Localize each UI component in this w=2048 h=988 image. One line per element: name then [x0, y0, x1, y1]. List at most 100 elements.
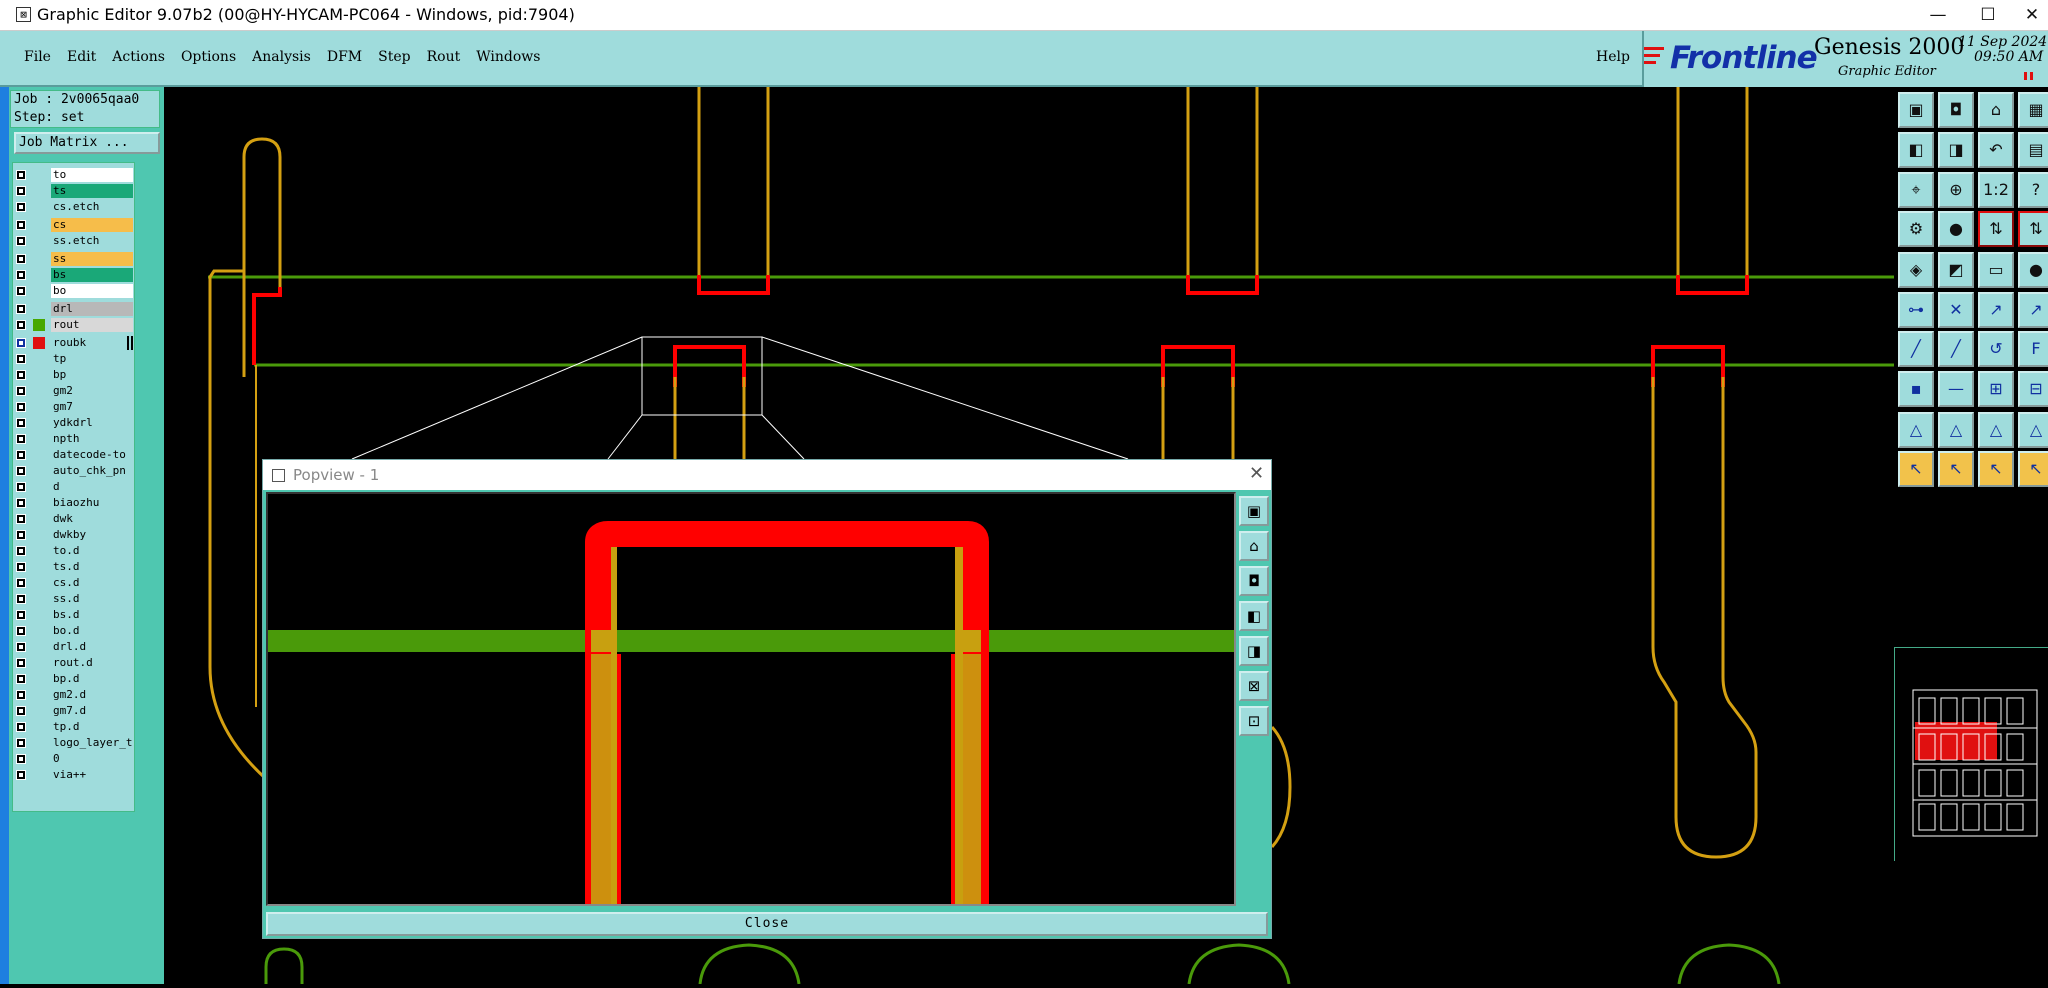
- menu-rout[interactable]: Rout: [419, 49, 469, 65]
- layer-checkbox[interactable]: [16, 738, 26, 748]
- layer-name[interactable]: rout.d: [51, 656, 133, 670]
- layer-checkbox[interactable]: [16, 690, 26, 700]
- layer-name[interactable]: gm7.d: [51, 704, 133, 718]
- layer-name[interactable]: dwkby: [51, 528, 133, 542]
- line-icon[interactable]: ╱: [1898, 331, 1934, 367]
- minus-icon[interactable]: —: [1938, 371, 1974, 407]
- layer-name[interactable]: dwk: [51, 512, 133, 526]
- layer-name[interactable]: cs.etch: [51, 200, 133, 214]
- layer-name[interactable]: bp: [51, 368, 133, 382]
- layer-name[interactable]: tp.d: [51, 720, 133, 734]
- layer-name[interactable]: gm2: [51, 384, 133, 398]
- layer-name[interactable]: biaozhu: [51, 496, 133, 510]
- triangle-2-icon[interactable]: △: [1938, 412, 1974, 448]
- popview-save-icon[interactable]: ◘: [1239, 566, 1269, 596]
- layer-name[interactable]: auto_chk_pn: [51, 464, 133, 478]
- layer-checkbox[interactable]: [16, 674, 26, 684]
- layer-checkbox[interactable]: [16, 578, 26, 588]
- layer-name[interactable]: to.d: [51, 544, 133, 558]
- move-icon[interactable]: ⊞: [1978, 371, 2014, 407]
- arc-icon[interactable]: ↗: [1978, 292, 2014, 328]
- pointer-icon[interactable]: ↖: [1898, 451, 1934, 487]
- layer-checkbox[interactable]: [16, 386, 26, 396]
- layer-name[interactable]: bs: [51, 268, 133, 282]
- layer-name[interactable]: to: [51, 168, 133, 182]
- slash-icon[interactable]: ╱: [1938, 331, 1974, 367]
- popview-titlebar[interactable]: Popview - 1 ✕: [263, 460, 1271, 490]
- text-icon[interactable]: F: [2018, 331, 2048, 367]
- layer-name[interactable]: ss: [51, 252, 133, 266]
- layer-checkbox[interactable]: [16, 562, 26, 572]
- layer-name[interactable]: tp: [51, 352, 133, 366]
- pan-left-icon[interactable]: ◧: [1898, 132, 1934, 168]
- copy-icon[interactable]: ⊟: [2018, 371, 2048, 407]
- layer-checkbox[interactable]: [16, 594, 26, 604]
- pad-icon[interactable]: ◈: [1898, 252, 1934, 288]
- layer-name[interactable]: bo.d: [51, 624, 133, 638]
- layer-checkbox[interactable]: [16, 498, 26, 508]
- popview-fit-icon[interactable]: ⊠: [1239, 671, 1269, 701]
- arc-2-icon[interactable]: ↗: [2018, 292, 2048, 328]
- menu-edit[interactable]: Edit: [59, 49, 104, 65]
- popview-pan-right-icon[interactable]: ◨: [1239, 636, 1269, 666]
- snap-icon[interactable]: ⚙: [1898, 211, 1934, 247]
- layer-name[interactable]: bo: [51, 284, 133, 298]
- undo-icon[interactable]: ↶: [1978, 132, 2014, 168]
- layer-checkbox[interactable]: [16, 754, 26, 764]
- menu-file[interactable]: File: [12, 49, 59, 65]
- layer-name[interactable]: drl.d: [51, 640, 133, 654]
- menu-options[interactable]: Options: [173, 49, 244, 65]
- layer-checkbox[interactable]: [16, 546, 26, 556]
- layer-checkbox[interactable]: [16, 286, 26, 296]
- rout-chain-icon[interactable]: ⇅: [1978, 211, 2014, 247]
- layer-checkbox[interactable]: [16, 304, 26, 314]
- overview-map[interactable]: [1894, 647, 2048, 861]
- pan-right-icon[interactable]: ◨: [1938, 132, 1974, 168]
- menu-windows[interactable]: Windows: [468, 49, 548, 65]
- layer-checkbox[interactable]: [16, 626, 26, 636]
- triangle-icon[interactable]: △: [1898, 412, 1934, 448]
- layer-name[interactable]: roubk: [51, 336, 133, 350]
- grid-icon[interactable]: ▦: [2018, 92, 2048, 128]
- connect-icon[interactable]: ⊶: [1898, 292, 1934, 328]
- layer-name[interactable]: via++: [51, 768, 133, 782]
- popview-zoom-icon[interactable]: ▣: [1239, 496, 1269, 526]
- pointer-select-icon[interactable]: ↖: [1938, 451, 1974, 487]
- layer-name[interactable]: datecode-to: [51, 448, 133, 462]
- layer-name[interactable]: ss.d: [51, 592, 133, 606]
- layer-checkbox[interactable]: [16, 236, 26, 246]
- menu-analysis[interactable]: Analysis: [244, 49, 319, 65]
- select-box-icon[interactable]: ▪: [1898, 371, 1934, 407]
- layer-name[interactable]: logo_layer_t: [51, 736, 133, 750]
- popview-center-icon[interactable]: ⊡: [1239, 706, 1269, 736]
- layer-checkbox[interactable]: [16, 770, 26, 780]
- triangle-3-icon[interactable]: △: [1978, 412, 2014, 448]
- layer-name[interactable]: 0: [51, 752, 133, 766]
- layer-checkbox[interactable]: [16, 254, 26, 264]
- layer-checkbox[interactable]: [16, 514, 26, 524]
- dot-icon[interactable]: ●: [2018, 252, 2048, 288]
- menu-help[interactable]: Help: [1596, 49, 1630, 65]
- layer-checkbox[interactable]: [16, 466, 26, 476]
- rout-chain-2-icon[interactable]: ⇅: [2018, 211, 2048, 247]
- ruler-icon[interactable]: ▭: [1978, 252, 2014, 288]
- layer-name[interactable]: npth: [51, 432, 133, 446]
- popview-home-icon[interactable]: ⌂: [1239, 531, 1269, 561]
- layer-checkbox[interactable]: [16, 642, 26, 652]
- layer-checkbox[interactable]: [16, 418, 26, 428]
- layer-checkbox[interactable]: [16, 338, 26, 348]
- zoom-fit-icon[interactable]: ⌖: [1898, 172, 1934, 208]
- layer-checkbox[interactable]: [16, 170, 26, 180]
- menu-dfm[interactable]: DFM: [319, 49, 370, 65]
- layer-name[interactable]: ts.d: [51, 560, 133, 574]
- menu-actions[interactable]: Actions: [104, 49, 173, 65]
- rotate-icon[interactable]: ↺: [1978, 331, 2014, 367]
- layer-checkbox[interactable]: [16, 722, 26, 732]
- layer-name[interactable]: ts: [51, 184, 133, 198]
- layer-name[interactable]: drl: [51, 302, 133, 316]
- job-matrix-button[interactable]: Job Matrix ...: [14, 132, 160, 154]
- layer-name[interactable]: ydkdrl: [51, 416, 133, 430]
- layer-checkbox[interactable]: [16, 220, 26, 230]
- layer-checkbox[interactable]: [16, 186, 26, 196]
- layer-checkbox[interactable]: [16, 610, 26, 620]
